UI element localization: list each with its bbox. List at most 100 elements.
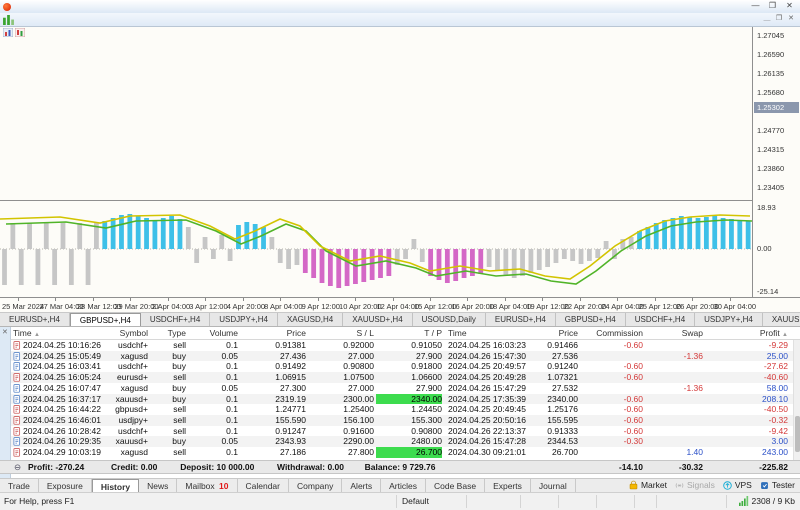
mdi-close-button[interactable]: ✕ — [785, 14, 797, 24]
chart-tab-eurusd-h4[interactable]: EURUSD+,H4 — [0, 313, 70, 326]
time-axis-tick — [730, 298, 731, 301]
tab-alerts[interactable]: Alerts — [342, 479, 381, 492]
cell-type: buy — [150, 361, 186, 372]
history-row[interactable]: 2024.04.25 16:44:22gbpusd+sell0.11.24771… — [11, 404, 793, 415]
tab-history[interactable]: History — [92, 479, 139, 492]
history-row[interactable]: 2024.04.25 16:46:01usdjpy+sell0.1155.590… — [11, 415, 793, 426]
price-axis-label: 1.27045 — [757, 31, 784, 40]
cell-time2: 2024.04.26 15:47:29 — [448, 383, 530, 394]
mdi-minimize-button[interactable]: ＿ — [761, 14, 773, 24]
time-axis-tick — [617, 298, 618, 301]
history-row[interactable]: 2024.04.25 16:37:17xauusd+buy0.12319.192… — [11, 394, 793, 405]
summary-commission_total: -14.10 — [580, 461, 643, 474]
cell-price: 27.436 — [240, 351, 306, 362]
history-row[interactable]: 2024.04.26 10:28:42usdchf+sell0.10.91247… — [11, 426, 793, 437]
chart-tab-usdchf-h4[interactable]: USDCHF+,H4 — [626, 313, 695, 326]
column-header-time[interactable]: Time — [448, 327, 530, 340]
time-axis-tick — [430, 298, 431, 301]
chart-tab-gbpusd-h4[interactable]: GBPUSD+,H4 — [70, 313, 141, 326]
time-axis-tick — [205, 298, 206, 301]
minimize-button[interactable]: — — [747, 0, 764, 12]
cell-profit: 3.00 — [700, 436, 788, 447]
chart-tab-gbpusd-h4[interactable]: GBPUSD+,H4 — [556, 313, 626, 326]
collapse-summary-icon[interactable]: ⊖ — [14, 461, 21, 474]
time-axis[interactable]: 25 Mar 202427 Mar 04:0028 Mar 12:0029 Ma… — [0, 297, 800, 313]
history-row[interactable]: 2024.04.25 16:05:24eurusd+sell0.11.06915… — [11, 372, 793, 383]
tab-journal[interactable]: Journal — [531, 479, 576, 492]
chart-window[interactable]: 1.270451.265901.261351.256801.247701.243… — [0, 26, 800, 312]
tab-calendar[interactable]: Calendar — [238, 479, 290, 492]
cell-profit: 25.00 — [700, 351, 788, 362]
cell-price2: 27.532 — [528, 383, 578, 394]
column-header-volume[interactable]: Volume — [188, 327, 238, 340]
price-axis-label: 1.24770 — [757, 126, 784, 135]
mdi-restore-button[interactable]: ❐ — [773, 14, 785, 24]
status-separator — [726, 495, 727, 508]
time-axis-label: 15 Apr 12:00 — [414, 302, 457, 311]
column-header-price[interactable]: Price — [528, 327, 578, 340]
cell-sl: 0.90800 — [308, 361, 374, 372]
tab-company[interactable]: Company — [289, 479, 342, 492]
tab-experts[interactable]: Experts — [485, 479, 531, 492]
cell-price2: 27.536 — [528, 351, 578, 362]
status-separator — [558, 495, 559, 508]
history-row[interactable]: 2024.04.25 16:07:47xagusdbuy0.0527.30027… — [11, 383, 793, 394]
vertical-scrollbar[interactable] — [793, 340, 800, 460]
history-row[interactable]: 2024.04.26 10:29:35xauusd+buy0.052343.93… — [11, 436, 793, 447]
price-axis[interactable]: 1.270451.265901.261351.256801.247701.243… — [752, 27, 800, 297]
chart-tab-xagusd-h4[interactable]: XAGUSD,H4 — [278, 313, 343, 326]
market-button[interactable]: Market — [628, 480, 667, 491]
column-header-price[interactable]: Price — [240, 327, 306, 340]
chart-tab-usousd-daily[interactable]: USOUSD,Daily — [413, 313, 486, 326]
column-header-commission[interactable]: Commission — [580, 327, 643, 340]
chart-tab-usdjpy-h4[interactable]: USDJPY+,H4 — [210, 313, 278, 326]
history-row[interactable]: 2024.04.25 16:03:41usdchf+buy0.10.914920… — [11, 361, 793, 372]
restore-button[interactable]: ❐ — [764, 0, 781, 12]
column-header-tp[interactable]: T / P — [376, 327, 442, 340]
chart-tab-usdchf-h4[interactable]: USDCHF+,H4 — [141, 313, 210, 326]
title-bar[interactable] — [0, 0, 800, 13]
scrollbar-thumb[interactable] — [795, 416, 800, 452]
chart-tab-usdjpy-h4[interactable]: USDJPY+,H4 — [695, 313, 763, 326]
column-header-sl[interactable]: S / L — [308, 327, 374, 340]
cell-profit: 208.10 — [700, 394, 788, 405]
cell-time2: 2024.04.25 17:35:39 — [448, 394, 530, 405]
indicator-axis-label: 0.00 — [757, 244, 772, 253]
time-axis-label: 18 Apr 04:00 — [489, 302, 532, 311]
status-separator — [466, 495, 467, 508]
price-chart-canvas[interactable] — [0, 27, 752, 200]
tab-articles[interactable]: Articles — [381, 479, 426, 492]
close-button[interactable]: ✕ — [781, 0, 798, 12]
history-row[interactable]: 2024.04.25 15:05:49xagusdbuy0.0527.43627… — [11, 351, 793, 362]
cell-symbol: usdjpy+ — [86, 415, 148, 426]
chart-tab-eurusd-h4[interactable]: EURUSD+,H4 — [486, 313, 556, 326]
tab-code-base[interactable]: Code Base — [426, 479, 485, 492]
column-header-symbol[interactable]: Symbol — [86, 327, 148, 340]
history-row[interactable]: 2024.04.29 10:03:19xagusdsell0.127.18627… — [11, 447, 793, 458]
tab-news[interactable]: News — [139, 479, 177, 492]
time-axis-label: 30 Apr 04:00 — [714, 302, 757, 311]
chart-tab-xauusd-h4[interactable]: XAUUSD+,H4 — [343, 313, 412, 326]
cell-symbol: xagusd — [86, 351, 148, 362]
history-row[interactable]: 2024.04.25 10:16:26usdchf+sell0.10.91381… — [11, 340, 793, 351]
cell-tp: 27.900 — [376, 351, 442, 362]
history-table-header[interactable]: Time ▲SymbolTypeVolumePriceS / LT / PTim… — [11, 327, 800, 340]
column-header-swap[interactable]: Swap — [645, 327, 703, 340]
tab-exposure[interactable]: Exposure — [39, 479, 92, 492]
column-header-type[interactable]: Type — [150, 327, 186, 340]
menu-bar — [0, 13, 800, 26]
cell-price: 0.91492 — [240, 361, 306, 372]
status-profile[interactable]: Default — [402, 496, 429, 506]
tab-mailbox[interactable]: Mailbox 10 — [177, 479, 237, 492]
chart-tab-xauusd-h4[interactable]: XAUUSD+,H4 — [763, 313, 800, 326]
vps-button[interactable]: VPS — [722, 480, 752, 491]
cell-volume: 0.1 — [188, 426, 238, 437]
tester-button[interactable]: Tester — [759, 480, 795, 491]
signals-button[interactable]: Signals — [674, 480, 715, 491]
time-axis-label: 9 Apr 12:00 — [302, 302, 340, 311]
toolbox-close-icon[interactable]: ✕ — [2, 328, 8, 336]
tab-trade[interactable]: Trade — [0, 479, 39, 492]
indicator-subwindow[interactable] — [0, 200, 752, 297]
cell-commission: -0.60 — [580, 340, 643, 351]
summary-profit_total: -225.82 — [700, 461, 788, 474]
